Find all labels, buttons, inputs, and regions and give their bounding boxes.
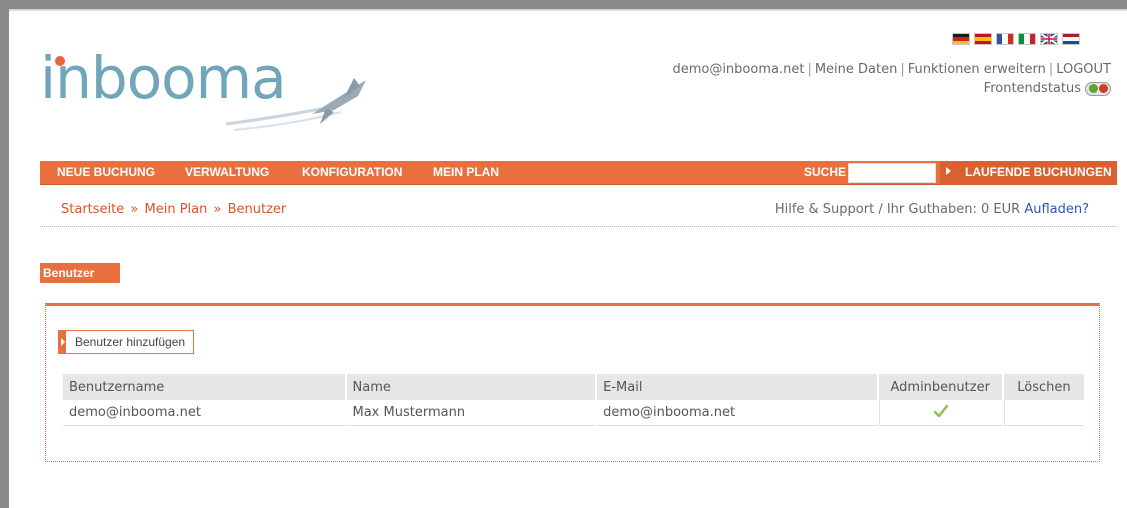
cell-username: demo@inbooma.net	[63, 400, 345, 426]
add-user-label: Benutzer hinzufügen	[75, 335, 186, 349]
frontend-status: Frontendstatus	[984, 81, 1111, 96]
breadcrumb-separator: »	[130, 202, 139, 217]
language-flags	[952, 33, 1080, 45]
support-text[interactable]: Hilfe & Support / Ihr Guthaben: 0 EUR	[775, 202, 1020, 217]
italian-flag-icon[interactable]	[1018, 33, 1036, 45]
support-balance: Hilfe & Support / Ihr Guthaben: 0 EUR Au…	[775, 202, 1089, 217]
add-user-button[interactable]: Benutzer hinzufügen	[58, 330, 195, 354]
breadcrumb-separator: »	[213, 202, 222, 217]
nav-verwaltung[interactable]: VERWALTUNG	[185, 161, 269, 185]
col-email[interactable]: E-Mail	[597, 374, 877, 400]
cell-admin	[878, 400, 1002, 426]
status-light-icon[interactable]	[1085, 81, 1111, 96]
separator: |	[807, 62, 812, 77]
table-header-row: Benutzername Name E-Mail Adminbenutzer L…	[63, 374, 1084, 400]
red-light-icon	[1098, 84, 1108, 93]
breadcrumb: Startseite » Mein Plan » Benutzer	[61, 202, 286, 217]
cell-name: Max Mustermann	[346, 400, 596, 426]
main-navbar: NEUE BUCHUNG VERWALTUNG KONFIGURATION ME…	[40, 161, 1117, 185]
col-loeschen[interactable]: Löschen	[1003, 374, 1084, 400]
table-row[interactable]: demo@inbooma.net Max Mustermann demo@inb…	[63, 400, 1084, 426]
german-flag-icon[interactable]	[952, 33, 970, 45]
search-input[interactable]	[848, 163, 936, 183]
breadcrumb-benutzer[interactable]: Benutzer	[228, 202, 287, 217]
funktionen-erweitern-link[interactable]: Funktionen erweitern	[908, 62, 1046, 77]
green-light-icon	[1088, 84, 1098, 93]
aufladen-link[interactable]: Aufladen?	[1024, 202, 1089, 217]
window-frame-shadow	[9, 9, 1127, 12]
arrow-right-icon	[59, 331, 66, 353]
french-flag-icon[interactable]	[996, 33, 1014, 45]
logout-link[interactable]: LOGOUT	[1056, 62, 1111, 77]
user-email-link[interactable]: demo@inbooma.net	[672, 62, 804, 77]
checkmark-icon	[933, 404, 948, 417]
nav-suche-label: SUCHE	[804, 165, 847, 179]
col-adminbenutzer[interactable]: Adminbenutzer	[878, 374, 1002, 400]
arrow-right-icon	[946, 167, 951, 175]
laufende-buchungen-label: LAUFENDE BUCHUNGEN	[965, 165, 1112, 179]
user-links: demo@inbooma.net | Meine Daten | Funktionen …	[672, 62, 1111, 77]
separator: |	[1048, 62, 1054, 77]
rocket-icon	[225, 78, 366, 131]
window-frame-top	[0, 0, 1127, 9]
dutch-flag-icon[interactable]	[1062, 33, 1080, 45]
cell-email: demo@inbooma.net	[597, 400, 877, 426]
nav-mein-plan[interactable]: MEIN PLAN	[433, 161, 499, 185]
inbooma-logo[interactable]: inbooma	[40, 46, 380, 132]
nav-neue-buchung[interactable]: NEUE BUCHUNG	[57, 161, 155, 185]
cell-delete[interactable]	[1003, 400, 1084, 426]
users-table: Benutzername Name E-Mail Adminbenutzer L…	[61, 374, 1086, 426]
section-title: Benutzer	[40, 263, 120, 283]
users-panel: Benutzer hinzufügen Benutzername Name E-…	[45, 303, 1100, 462]
window-frame-left	[0, 0, 9, 508]
col-name[interactable]: Name	[346, 374, 596, 400]
nav-konfiguration[interactable]: KONFIGURATION	[302, 161, 402, 185]
meine-daten-link[interactable]: Meine Daten	[815, 62, 898, 77]
breadcrumb-row: Startseite » Mein Plan » Benutzer Hilfe …	[40, 185, 1117, 227]
uk-flag-icon[interactable]	[1040, 33, 1058, 45]
spanish-flag-icon[interactable]	[974, 33, 992, 45]
breadcrumb-mein-plan[interactable]: Mein Plan	[145, 202, 208, 217]
breadcrumb-startseite[interactable]: Startseite	[61, 202, 124, 217]
laufende-buchungen-button[interactable]: LAUFENDE BUCHUNGEN	[940, 161, 1117, 185]
logo-dot	[55, 56, 65, 66]
separator: |	[900, 62, 905, 77]
frontend-status-label: Frontendstatus	[983, 81, 1081, 96]
col-benutzername[interactable]: Benutzername	[63, 374, 345, 400]
